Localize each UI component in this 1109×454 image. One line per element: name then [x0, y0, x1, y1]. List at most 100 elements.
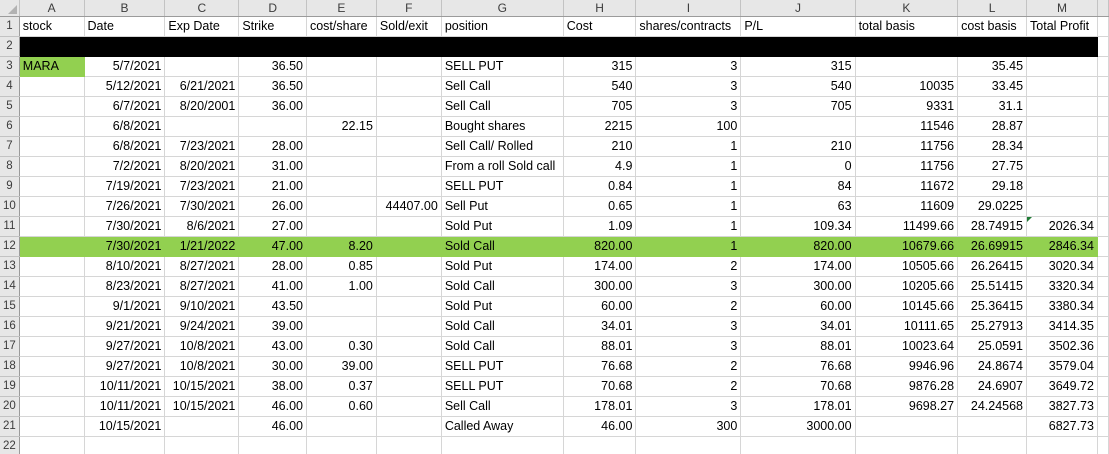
cell-D3[interactable]: 36.50 [239, 57, 307, 77]
cell-K9[interactable]: 11672 [855, 177, 958, 197]
cell-F12[interactable] [376, 237, 441, 257]
cell-H22[interactable] [563, 437, 636, 454]
column-header-K[interactable]: K [855, 0, 958, 17]
cell-I7[interactable]: 1 [636, 137, 741, 157]
cell-F1[interactable]: Sold/exit [376, 17, 441, 37]
column-header-H[interactable]: H [563, 0, 636, 17]
cell-D19[interactable]: 38.00 [239, 377, 307, 397]
cell-C6[interactable] [165, 117, 239, 137]
cell-L6[interactable]: 28.87 [958, 117, 1027, 137]
cell-H4[interactable]: 540 [563, 77, 636, 97]
cell-J9[interactable]: 84 [741, 177, 855, 197]
cell-E21[interactable] [306, 417, 376, 437]
cell-partial-10[interactable] [1097, 197, 1108, 217]
cell-E8[interactable] [306, 157, 376, 177]
cell-B22[interactable] [84, 437, 165, 454]
cell-M12[interactable]: 2846.34 [1027, 237, 1098, 257]
cell-E18[interactable]: 39.00 [306, 357, 376, 377]
cell-F22[interactable] [376, 437, 441, 454]
cell-H17[interactable]: 88.01 [563, 337, 636, 357]
row-header-20[interactable]: 20 [0, 397, 19, 417]
cell-F16[interactable] [376, 317, 441, 337]
cell-G8[interactable]: From a roll Sold call [441, 157, 563, 177]
cell-J4[interactable]: 540 [741, 77, 855, 97]
cell-A5[interactable] [19, 97, 84, 117]
select-all-corner[interactable] [0, 0, 19, 17]
cell-H21[interactable]: 46.00 [563, 417, 636, 437]
cell-L3[interactable]: 35.45 [958, 57, 1027, 77]
cell-G14[interactable]: Sold Call [441, 277, 563, 297]
cell-E12[interactable]: 8.20 [306, 237, 376, 257]
column-header-D[interactable]: D [239, 0, 307, 17]
cell-C16[interactable]: 9/24/2021 [165, 317, 239, 337]
cell-L14[interactable]: 25.51415 [958, 277, 1027, 297]
cell-E17[interactable]: 0.30 [306, 337, 376, 357]
cell-E20[interactable]: 0.60 [306, 397, 376, 417]
cell-partial-8[interactable] [1097, 157, 1108, 177]
cell-A4[interactable] [19, 77, 84, 97]
cell-E3[interactable] [306, 57, 376, 77]
cell-I14[interactable]: 3 [636, 277, 741, 297]
column-header-J[interactable]: J [741, 0, 855, 17]
row-header-21[interactable]: 21 [0, 417, 19, 437]
cell-I9[interactable]: 1 [636, 177, 741, 197]
cell-G2[interactable] [441, 37, 563, 57]
cell-L11[interactable]: 28.74915 [958, 217, 1027, 237]
cell-A6[interactable] [19, 117, 84, 137]
cell-I18[interactable]: 2 [636, 357, 741, 377]
cell-K2[interactable] [855, 37, 958, 57]
cell-G13[interactable]: Sold Put [441, 257, 563, 277]
cell-E9[interactable] [306, 177, 376, 197]
column-header-F[interactable]: F [376, 0, 441, 17]
cell-I8[interactable]: 1 [636, 157, 741, 177]
cell-K7[interactable]: 11756 [855, 137, 958, 157]
cell-B2[interactable] [84, 37, 165, 57]
cell-E4[interactable] [306, 77, 376, 97]
cell-B16[interactable]: 9/21/2021 [84, 317, 165, 337]
cell-L18[interactable]: 24.8674 [958, 357, 1027, 377]
cell-C10[interactable]: 7/30/2021 [165, 197, 239, 217]
row-header-2[interactable]: 2 [0, 37, 19, 57]
cell-L8[interactable]: 27.75 [958, 157, 1027, 177]
cell-D20[interactable]: 46.00 [239, 397, 307, 417]
cell-K16[interactable]: 10111.65 [855, 317, 958, 337]
cell-F10[interactable]: 44407.00 [376, 197, 441, 217]
row-header-16[interactable]: 16 [0, 317, 19, 337]
cell-B17[interactable]: 9/27/2021 [84, 337, 165, 357]
cell-G17[interactable]: Sold Call [441, 337, 563, 357]
row-header-12[interactable]: 12 [0, 237, 19, 257]
cell-C17[interactable]: 10/8/2021 [165, 337, 239, 357]
cell-G20[interactable]: Sell Call [441, 397, 563, 417]
cell-B10[interactable]: 7/26/2021 [84, 197, 165, 217]
row-header-7[interactable]: 7 [0, 137, 19, 157]
cell-E13[interactable]: 0.85 [306, 257, 376, 277]
cell-B1[interactable]: Date [84, 17, 165, 37]
cell-G7[interactable]: Sell Call/ Rolled [441, 137, 563, 157]
cell-C21[interactable] [165, 417, 239, 437]
cell-C15[interactable]: 9/10/2021 [165, 297, 239, 317]
cell-I10[interactable]: 1 [636, 197, 741, 217]
cell-D18[interactable]: 30.00 [239, 357, 307, 377]
cell-L5[interactable]: 31.1 [958, 97, 1027, 117]
cell-L2[interactable] [958, 37, 1027, 57]
cell-J19[interactable]: 70.68 [741, 377, 855, 397]
cell-F13[interactable] [376, 257, 441, 277]
cell-B15[interactable]: 9/1/2021 [84, 297, 165, 317]
cell-G11[interactable]: Sold Put [441, 217, 563, 237]
column-header-C[interactable]: C [165, 0, 239, 17]
cell-B8[interactable]: 7/2/2021 [84, 157, 165, 177]
cell-I15[interactable]: 2 [636, 297, 741, 317]
cell-K13[interactable]: 10505.66 [855, 257, 958, 277]
cell-L19[interactable]: 24.6907 [958, 377, 1027, 397]
cell-D5[interactable]: 36.00 [239, 97, 307, 117]
cell-G16[interactable]: Sold Call [441, 317, 563, 337]
cell-E19[interactable]: 0.37 [306, 377, 376, 397]
cell-H3[interactable]: 315 [563, 57, 636, 77]
column-header-G[interactable]: G [441, 0, 563, 17]
cell-D2[interactable] [239, 37, 307, 57]
cell-G4[interactable]: Sell Call [441, 77, 563, 97]
cell-G5[interactable]: Sell Call [441, 97, 563, 117]
cell-J8[interactable]: 0 [741, 157, 855, 177]
cell-L22[interactable] [958, 437, 1027, 454]
row-header-3[interactable]: 3 [0, 57, 19, 77]
